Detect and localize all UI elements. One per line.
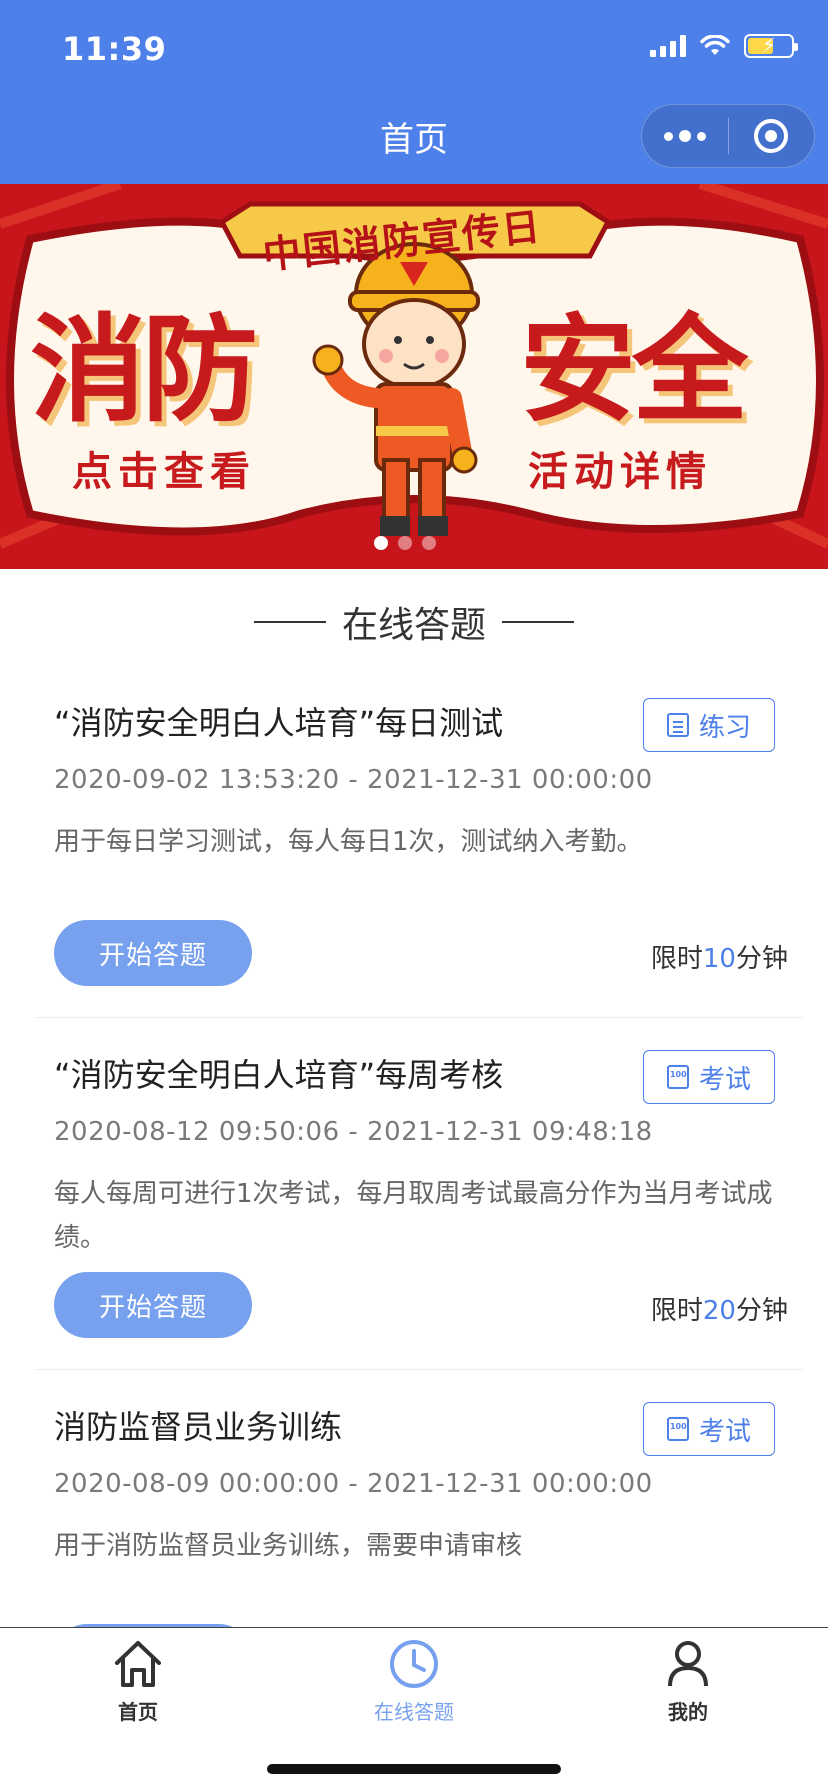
tab-label: 首页 bbox=[118, 1700, 158, 1724]
tag-label: 练习 bbox=[698, 712, 751, 743]
banner-headline-right: 安全 bbox=[520, 303, 748, 438]
user-icon bbox=[598, 1634, 778, 1694]
limit-suffix: 分钟 bbox=[735, 944, 788, 974]
start-quiz-button[interactable]: 开始答题 bbox=[54, 1272, 252, 1338]
more-dots-icon[interactable] bbox=[642, 105, 728, 167]
quiz-type-tag[interactable]: 练习 bbox=[643, 698, 775, 752]
limit-prefix: 限时 bbox=[650, 944, 703, 974]
quiz-description: 用于每日学习测试，每人每日1次，测试纳入考勤。 bbox=[54, 827, 643, 857]
time-limit: 限时10分钟 bbox=[651, 938, 788, 975]
banner-headline-left: 消防 bbox=[30, 303, 258, 438]
wifi-icon bbox=[700, 35, 730, 55]
quiz-type-tag[interactable]: 考试 bbox=[643, 1050, 775, 1104]
quiz-description: 用于消防监督员业务训练，需要申请审核 bbox=[54, 1531, 523, 1561]
section-header: 在线答题 bbox=[0, 596, 828, 648]
quiz-card[interactable]: “消防安全明白人培育”每日测试 练习 2020-09-02 13:53:20 -… bbox=[34, 680, 804, 1018]
quiz-time-range: 2020-08-12 09:50:06 - 2021-12-31 09:48:1… bbox=[54, 1117, 653, 1147]
carousel-dots bbox=[374, 536, 436, 550]
limit-value: 20 bbox=[702, 1296, 736, 1326]
tag-label: 考试 bbox=[698, 1416, 751, 1447]
quiz-type-tag[interactable]: 考试 bbox=[643, 1402, 775, 1456]
section-title: 在线答题 bbox=[341, 605, 486, 646]
limit-value: 10 bbox=[702, 944, 736, 974]
home-icon bbox=[48, 1634, 228, 1694]
carousel-dot[interactable] bbox=[422, 536, 436, 550]
mini-program-capsule bbox=[641, 104, 815, 168]
quiz-time-range: 2020-08-09 00:00:00 - 2021-12-31 00:00:0… bbox=[54, 1469, 653, 1499]
quiz-title: “消防安全明白人培育”每日测试 bbox=[54, 704, 504, 742]
exam-paper-icon bbox=[666, 1065, 689, 1089]
time-limit: 限时20分钟 bbox=[651, 1290, 788, 1327]
quiz-title: “消防安全明白人培育”每周考核 bbox=[54, 1056, 504, 1094]
limit-suffix: 分钟 bbox=[735, 1296, 788, 1326]
home-indicator[interactable] bbox=[267, 1764, 561, 1774]
start-quiz-button[interactable]: 开始答题 bbox=[54, 920, 252, 986]
tab-online-quiz[interactable]: 在线答题 bbox=[324, 1634, 504, 1725]
card-divider bbox=[34, 1017, 804, 1018]
quiz-description: 每人每周可进行1次考试，每月取周考试最高分作为当月考试成绩。 bbox=[54, 1179, 773, 1253]
card-divider bbox=[34, 1369, 804, 1370]
tab-mine[interactable]: 我的 bbox=[598, 1634, 778, 1725]
status-icons: ⚡ bbox=[650, 33, 798, 58]
banner-subtext-left: 点击查看 bbox=[72, 449, 256, 495]
tag-label: 考试 bbox=[698, 1064, 751, 1095]
target-icon[interactable] bbox=[729, 105, 815, 167]
carousel-dot[interactable] bbox=[398, 536, 412, 550]
divider bbox=[502, 621, 574, 623]
limit-prefix: 限时 bbox=[650, 1296, 703, 1326]
tab-home[interactable]: 首页 bbox=[48, 1634, 228, 1725]
tab-label: 在线答题 bbox=[374, 1700, 454, 1724]
quiz-title: 消防监督员业务训练 bbox=[54, 1408, 343, 1446]
top-bar: 11:39 ⚡ 首页 bbox=[0, 0, 828, 184]
status-time: 11:39 bbox=[62, 30, 167, 68]
signal-icon bbox=[650, 35, 686, 57]
list-icon bbox=[666, 713, 689, 737]
quiz-card[interactable]: “消防安全明白人培育”每周考核 考试 2020-08-12 09:50:06 -… bbox=[34, 1032, 804, 1370]
divider bbox=[253, 621, 326, 623]
exam-paper-icon bbox=[666, 1417, 689, 1441]
clock-icon bbox=[324, 1634, 504, 1694]
app-screen: 11:39 ⚡ 首页 中国消防宣传日 消防 安全 点击查看 活动详情 在线答题 … bbox=[0, 0, 828, 1792]
fire-safety-banner[interactable]: 中国消防宣传日 消防 安全 点击查看 活动详情 bbox=[0, 184, 828, 569]
battery-icon: ⚡ bbox=[744, 33, 798, 58]
banner-subtext-right: 活动详情 bbox=[528, 449, 712, 495]
carousel-dot[interactable] bbox=[374, 536, 388, 550]
tab-label: 我的 bbox=[668, 1700, 708, 1724]
quiz-time-range: 2020-09-02 13:53:20 - 2021-12-31 00:00:0… bbox=[54, 765, 653, 795]
